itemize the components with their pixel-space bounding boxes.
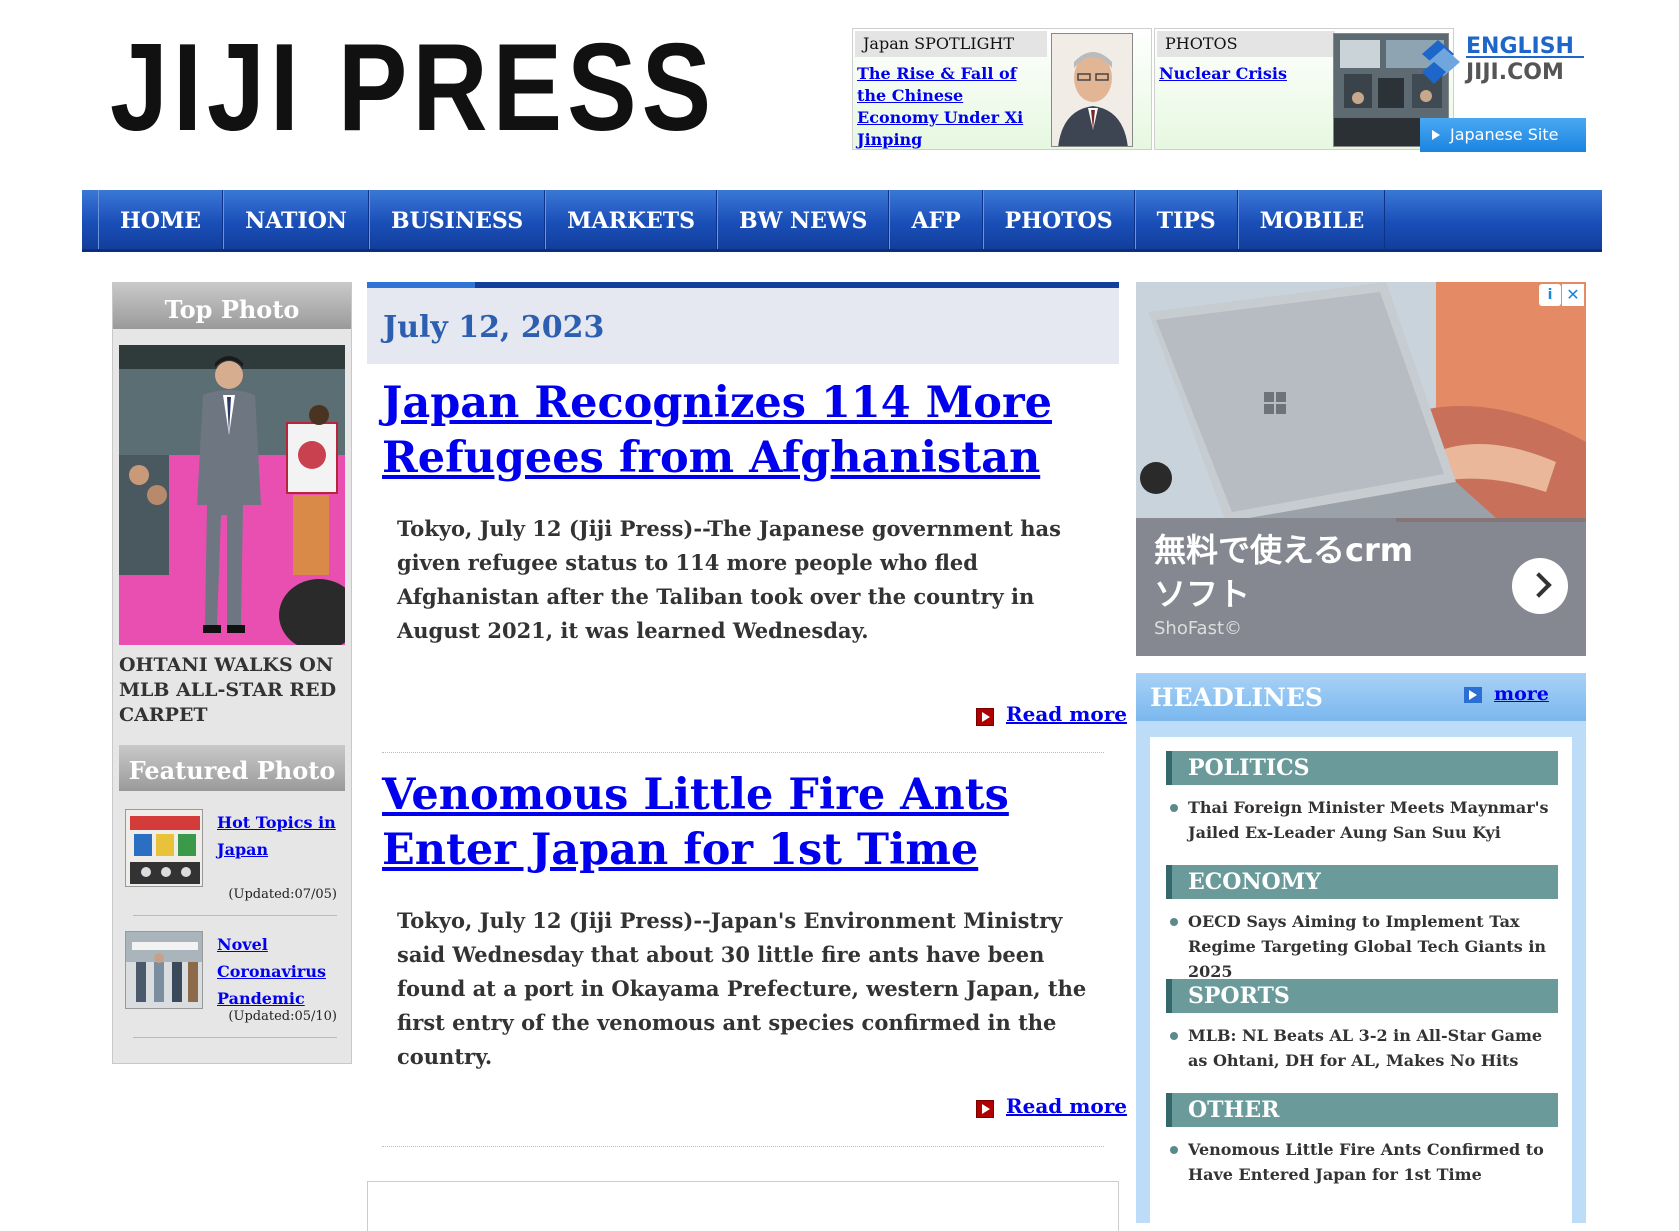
read-more-arrow-icon [976, 1100, 994, 1118]
top-photo-caption[interactable]: OHTANI WALKS ON MLB ALL-STAR RED CARPET [119, 653, 347, 728]
jiji-press-logo[interactable]: JIJI PRESS [110, 26, 711, 150]
spotlight-label: Japan SPOTLIGHT [855, 31, 1047, 57]
ad-headline-line2: ソフト [1154, 575, 1251, 613]
page-date: July 12, 2023 [383, 310, 605, 345]
category-sports[interactable]: SPORTS [1166, 979, 1558, 1013]
japanese-site-button[interactable]: Japanese Site [1420, 118, 1586, 152]
featured-item: Novel Coronavirus Pandemic (Updated:05/1… [119, 927, 345, 1047]
english-logo-bottom-text: JIJI.COM [1466, 60, 1564, 85]
article-body: Tokyo, July 12 (Jiji Press)--Japan's Env… [397, 908, 1087, 1069]
nav-home[interactable]: HOME [98, 190, 224, 249]
headlines-title: HEADLINES [1150, 683, 1323, 712]
headline-item[interactable]: Thai Foreign Minister Meets Maynmar's Ja… [1170, 795, 1558, 845]
headline-item[interactable]: Venomous Little Fire Ants Confirmed to H… [1170, 1137, 1558, 1187]
ad-info-icon[interactable]: i [1539, 284, 1561, 306]
nav-markets[interactable]: MARKETS [545, 190, 717, 249]
nav-bw-news[interactable]: BW NEWS [717, 190, 890, 249]
read-more-label[interactable]: Read more [1006, 1094, 1127, 1118]
ad-close-icon[interactable]: ✕ [1562, 284, 1584, 306]
spotlight-link[interactable]: The Rise & Fall of the Chinese Economy U… [857, 63, 1035, 151]
nav-photos[interactable]: PHOTOS [982, 190, 1135, 249]
featured-item: Hot Topics in Japan (Updated:07/05) [119, 805, 345, 925]
japanese-site-label: Japanese Site [1450, 125, 1559, 144]
photos-box: PHOTOS Nuclear Crisis [1154, 28, 1454, 150]
english-jiji-logo[interactable]: ENGLISH JIJI.COM [1420, 32, 1590, 88]
ad-source: ShoFast© [1154, 618, 1243, 639]
top-photo-heading: Top Photo [113, 283, 351, 329]
featured-updated: (Updated:05/10) [228, 1009, 337, 1024]
main-nav: HOME NATION BUSINESS MARKETS BW NEWS AFP… [82, 190, 1602, 252]
article-divider [382, 752, 1104, 753]
headline-item[interactable]: MLB: NL Beats AL 3-2 in All-Star Game as… [1170, 1023, 1558, 1073]
headlines-more-label[interactable]: more [1494, 683, 1549, 705]
date-bar: July 12, 2023 [367, 282, 1119, 364]
article-divider [382, 1146, 1104, 1147]
advertisement[interactable]: 無料で使えるcrm ソフト ShoFast© i ✕ [1136, 282, 1586, 656]
date-bar-accent [367, 282, 475, 288]
nav-tips[interactable]: TIPS [1134, 190, 1238, 249]
photos-link[interactable]: Nuclear Crisis [1159, 63, 1337, 85]
ad-next-arrow-icon[interactable] [1512, 558, 1568, 614]
ad-headline: 無料で使えるcrm ソフト [1154, 528, 1413, 616]
more-arrow-icon [1464, 687, 1482, 703]
featured-divider [133, 915, 337, 916]
category-politics[interactable]: POLITICS [1166, 751, 1558, 785]
next-article-box [367, 1181, 1119, 1231]
featured-photo-heading: Featured Photo [119, 745, 345, 791]
nav-afp[interactable]: AFP [889, 190, 983, 249]
date-bar-rule [367, 282, 1119, 288]
read-more-label[interactable]: Read more [1006, 702, 1127, 726]
ad-headline-line1: 無料で使えるcrm [1154, 531, 1414, 569]
article-body: Tokyo, July 12 (Jiji Press)--The Japanes… [397, 516, 1061, 643]
nav-nation[interactable]: NATION [223, 190, 369, 249]
featured-link-hot-topics[interactable]: Hot Topics in Japan [217, 809, 337, 863]
japan-spotlight-box: Japan SPOTLIGHT The Rise & Fall of the C… [852, 28, 1152, 150]
headlines-more-link[interactable]: more [1464, 683, 1549, 705]
article-title[interactable]: Venomous Little Fire Ants Enter Japan fo… [382, 768, 1112, 878]
coronavirus-thumbnail[interactable] [125, 931, 203, 1009]
top-photo-image[interactable] [119, 345, 345, 645]
category-other[interactable]: OTHER [1166, 1093, 1558, 1127]
english-logo-rule [1466, 56, 1584, 58]
nav-mobile[interactable]: MOBILE [1237, 190, 1386, 249]
play-arrow-icon [1432, 130, 1440, 140]
category-economy[interactable]: ECONOMY [1166, 865, 1558, 899]
headlines-panel: HEADLINES more POLITICS Thai Foreign Min… [1136, 673, 1586, 1223]
hot-topics-thumbnail[interactable] [125, 809, 203, 887]
featured-updated: (Updated:07/05) [228, 887, 337, 902]
photos-label: PHOTOS [1157, 31, 1335, 57]
nav-business[interactable]: BUSINESS [369, 190, 546, 249]
left-sidebar: Top Photo OHTANI WALKS ON MLB ALL-STAR R… [112, 282, 352, 1064]
headline-item[interactable]: OECD Says Aiming to Implement Tax Regime… [1170, 909, 1558, 984]
article-title[interactable]: Japan Recognizes 114 More Refugees from … [382, 376, 1112, 486]
spotlight-portrait-image[interactable] [1051, 33, 1133, 147]
headlines-list: POLITICS Thai Foreign Minister Meets May… [1150, 737, 1572, 1223]
read-more-arrow-icon [976, 708, 994, 726]
featured-divider [133, 1037, 337, 1038]
featured-link-coronavirus[interactable]: Novel Coronavirus Pandemic [217, 931, 337, 1012]
